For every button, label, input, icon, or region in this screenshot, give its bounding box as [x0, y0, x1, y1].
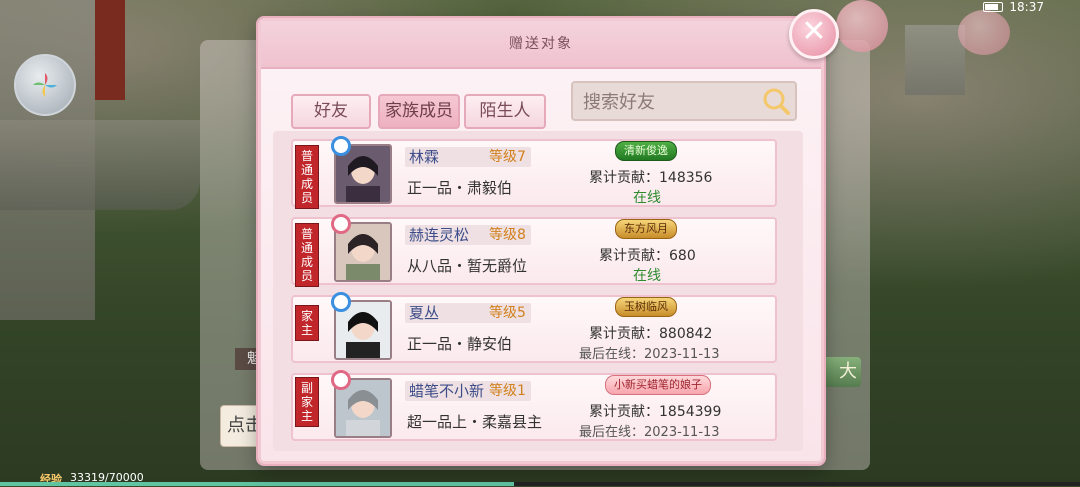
member-rank-title: 正一品・肃毅伯 — [407, 179, 513, 197]
tab-family-members[interactable]: 家族成员 — [378, 94, 460, 129]
member-row[interactable]: 普通成员 赫连灵松 等级8 从八品・暂无爵位 东方风月累计贡献：680 在线 — [291, 214, 777, 287]
member-online-status: 在线 — [633, 190, 661, 206]
member-name-box: 赫连灵松 等级8 — [405, 225, 531, 245]
dialog-title: 赠送对象 — [509, 36, 573, 52]
background-stone-steps — [0, 120, 200, 210]
female-gender-icon — [331, 370, 351, 390]
member-contribution: 累计贡献：880842 — [589, 326, 713, 342]
top-right-menu-button[interactable] — [958, 10, 1010, 55]
search-input[interactable] — [581, 83, 755, 121]
member-contribution: 累计贡献：148356 — [589, 170, 713, 186]
member-title-badge: 玉树临风 — [615, 297, 677, 317]
member-role-tag: 家主 — [295, 305, 319, 341]
search-icon[interactable] — [761, 86, 791, 116]
member-name: 林霖 — [409, 148, 440, 166]
member-name: 赫连灵松 — [409, 226, 470, 244]
member-rank-title: 从八品・暂无爵位 — [407, 257, 528, 275]
member-title-badge: 小新买蜡笔的娘子 — [605, 375, 711, 395]
pinwheel-menu-button[interactable] — [14, 54, 76, 116]
member-level: 等级7 — [489, 149, 526, 165]
member-name-box: 林霖 等级7 — [405, 147, 531, 167]
member-role-tag: 副家主 — [295, 377, 319, 427]
member-online-status: 在线 — [633, 268, 661, 284]
member-last-online: 最后在线：2023-11-13 — [579, 425, 720, 440]
close-button[interactable]: ✕ — [789, 9, 839, 59]
member-name: 蜡笔不小新 — [409, 382, 485, 400]
member-contribution: 累计贡献：680 — [599, 248, 696, 264]
member-role-tag: 普通成员 — [295, 223, 319, 287]
member-name-box: 蜡笔不小新 等级1 — [405, 381, 531, 401]
member-rank-title: 超一品上・柔嘉县主 — [407, 413, 543, 431]
member-row[interactable]: 普通成员 林霖 等级7 正一品・肃毅伯 清新俊逸累计贡献：148356 在线 — [291, 136, 777, 209]
dialog-header: 赠送对象 — [261, 21, 821, 69]
search-box — [571, 81, 797, 121]
background-lantern — [905, 25, 965, 95]
exp-bar — [0, 482, 1080, 486]
member-title-badge: 东方风月 — [615, 219, 677, 239]
member-level: 等级5 — [489, 305, 526, 321]
member-level: 等级1 — [489, 383, 526, 399]
gift-target-dialog: 赠送对象 ✕ 好友 家族成员 陌生人 普通成员 林霖 等级7 正一品・肃毅伯 清新俊逸累… — [258, 9, 839, 464]
clock: 18:37 — [1009, 0, 1044, 14]
member-level: 等级8 — [489, 227, 526, 243]
tab-friends[interactable]: 好友 — [291, 94, 371, 129]
member-list[interactable]: 普通成员 林霖 等级7 正一品・肃毅伯 清新俊逸 累计贡献：148356 在线 普通成员 赫连灵… — [273, 131, 803, 451]
battery-icon — [983, 2, 1004, 12]
refresh-button[interactable] — [836, 0, 888, 52]
female-gender-icon — [331, 214, 351, 234]
status-bar: 18:37 — [924, 0, 1080, 14]
male-gender-icon — [331, 292, 351, 312]
male-gender-icon — [331, 136, 351, 156]
member-row[interactable]: 家主 夏丛 等级5 正一品・静安伯 玉树临风累计贡献：880842 最后在线：2023-1… — [291, 292, 777, 363]
background-pillar — [95, 0, 125, 100]
exp-bar-fill — [0, 482, 515, 486]
member-title-badge: 清新俊逸 — [615, 141, 677, 161]
tab-strangers[interactable]: 陌生人 — [464, 94, 546, 129]
pinwheel-icon — [33, 73, 57, 97]
member-contribution: 累计贡献：1854399 — [589, 404, 722, 420]
member-row[interactable]: 副家主 蜡笔不小新 等级1 超一品上・柔嘉县主 小新买蜡笔的娘子累计贡献：1854399… — [291, 370, 777, 441]
member-last-online: 最后在线：2023-11-13 — [579, 347, 720, 362]
member-role-tag: 普通成员 — [295, 145, 319, 209]
member-name-box: 夏丛 等级5 — [405, 303, 531, 323]
member-name: 夏丛 — [409, 304, 440, 322]
member-rank-title: 正一品・静安伯 — [407, 335, 513, 353]
